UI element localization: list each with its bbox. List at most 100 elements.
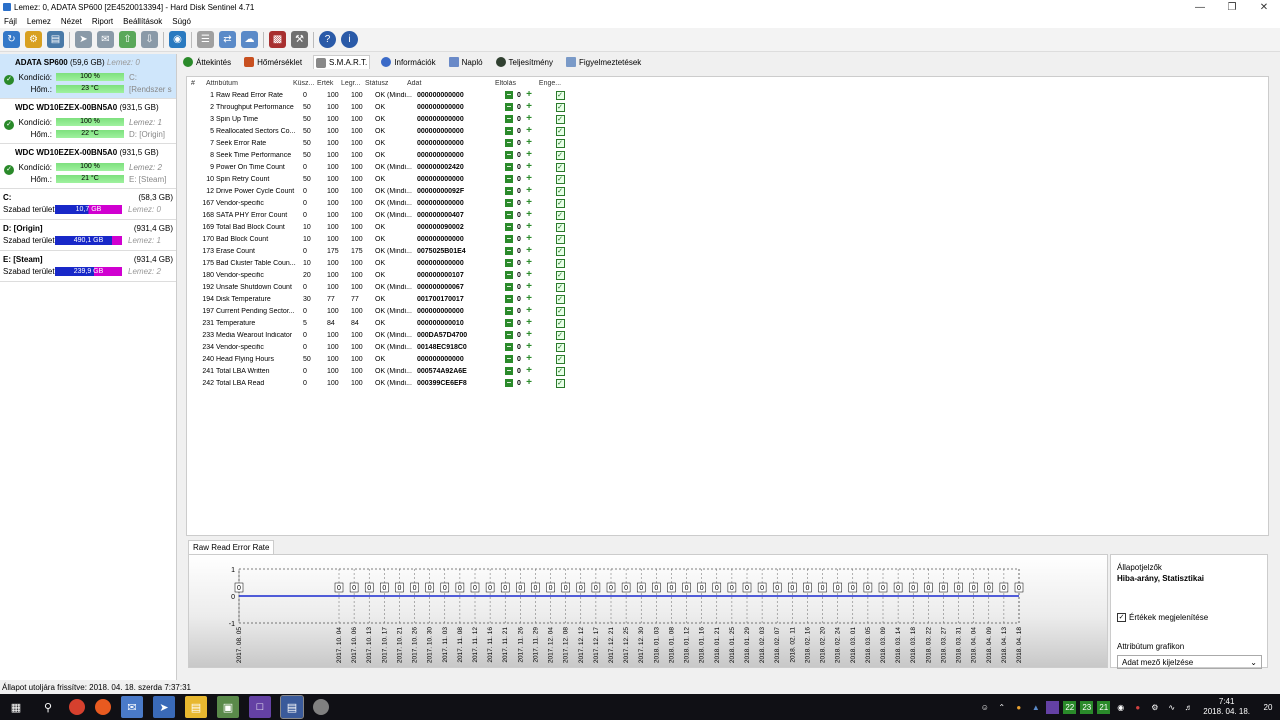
enabled-checkbox[interactable]: ✓ <box>555 162 565 172</box>
show-values-checkbox[interactable]: ✓ <box>1117 613 1126 622</box>
plus-button[interactable]: + <box>525 115 533 123</box>
table-row[interactable]: ✓ 180Vendor-specific 20 100 100 OK 00000000010… <box>187 269 1268 281</box>
col-data[interactable]: Adat <box>407 80 495 87</box>
offset-value[interactable]: 0 <box>513 296 525 303</box>
hd-sentinel-icon[interactable]: ▤ <box>280 695 304 719</box>
enabled-checkbox[interactable]: ✓ <box>555 354 565 364</box>
plus-button[interactable]: + <box>525 295 533 303</box>
enabled-checkbox[interactable]: ✓ <box>555 114 565 124</box>
explorer-icon[interactable]: ▤ <box>185 696 207 718</box>
gear-icon[interactable]: ⚙ <box>25 31 42 48</box>
table-row[interactable]: 197 Current Pending Sector... 0 100 100 OK (M… <box>187 305 1268 317</box>
enabled-checkbox[interactable]: ✓ <box>555 282 565 292</box>
graph-tab[interactable]: Raw Read Error Rate <box>188 540 275 554</box>
table-row[interactable]: ✓ 7Seek Error Rate 50 100 100 OK 000000000000 –… <box>187 137 1268 149</box>
col-threshold[interactable]: Küsz... <box>293 80 317 87</box>
enabled-checkbox[interactable]: ✓ <box>555 90 565 100</box>
minus-button[interactable]: – <box>505 151 513 159</box>
tools-icon[interactable]: ⚒ <box>291 31 308 48</box>
minus-button[interactable]: – <box>505 235 513 243</box>
minus-button[interactable]: – <box>505 103 513 111</box>
volume-item-c[interactable]: C: (58,3 GB) Szabad terület 10,7 GB Lemez: … <box>0 189 176 220</box>
minus-button[interactable]: – <box>505 271 513 279</box>
offset-value[interactable]: 0 <box>513 320 525 327</box>
enabled-checkbox[interactable]: ✓ <box>555 270 565 280</box>
col-id[interactable]: # <box>191 80 206 87</box>
plus-button[interactable]: + <box>525 103 533 111</box>
minus-button[interactable]: – <box>505 175 513 183</box>
chrome-icon[interactable] <box>69 699 85 715</box>
menu-file[interactable]: Fájl <box>4 17 17 26</box>
globe-icon[interactable]: ◉ <box>169 31 186 48</box>
tab-performance[interactable]: Teljesítmény <box>494 55 555 69</box>
table-row[interactable]: ✓5Reallocated Sectors Co...50100100OK000… <box>187 125 1268 137</box>
minus-button[interactable]: – <box>505 307 513 315</box>
enabled-checkbox[interactable]: ✓ <box>555 174 565 184</box>
volume-icon[interactable]: ♬ <box>1182 701 1195 714</box>
table-row[interactable]: 9 Power On Time Count 0 100 100 OK (Mindi... 0… <box>187 161 1268 173</box>
minus-button[interactable]: – <box>505 295 513 303</box>
offset-value[interactable]: 0 <box>513 128 525 135</box>
enabled-checkbox[interactable]: ✓ <box>555 306 565 316</box>
minus-button[interactable]: – <box>505 331 513 339</box>
tab-temperature[interactable]: Hőmérséklet <box>242 55 304 69</box>
mail-app-icon[interactable]: ➤ <box>153 696 175 718</box>
search-icon[interactable]: ⚲ <box>37 696 59 718</box>
offset-value[interactable]: 0 <box>513 368 525 375</box>
minus-button[interactable]: – <box>505 115 513 123</box>
table-row[interactable]: ✓3Spin Up Time50100100OK000000000000–0+✓ <box>187 113 1268 125</box>
disk-item-0[interactable]: ADATA SP600 (59,6 GB) Lemez: 0 ✓ Kondíci… <box>0 54 176 99</box>
enabled-checkbox[interactable]: ✓ <box>555 150 565 160</box>
offset-value[interactable]: 0 <box>513 272 525 279</box>
minus-button[interactable]: – <box>505 367 513 375</box>
plus-button[interactable]: + <box>525 283 533 291</box>
offset-value[interactable]: 0 <box>513 116 525 123</box>
notification-icon[interactable]: 20 <box>1258 701 1278 714</box>
menu-settings[interactable]: Beállítások <box>123 17 162 26</box>
menu-report[interactable]: Riport <box>92 17 113 26</box>
plus-button[interactable]: + <box>525 247 533 255</box>
col-worst[interactable]: Legr... <box>341 80 365 87</box>
offset-value[interactable]: 0 <box>513 152 525 159</box>
wifi-icon[interactable]: ∿ <box>1165 701 1178 714</box>
table-row[interactable]: 167 Vendor-specific 0 100 100 OK (Mindi... 000… <box>187 197 1268 209</box>
offset-value[interactable]: 0 <box>513 356 525 363</box>
offset-value[interactable]: 0 <box>513 224 525 231</box>
offset-value[interactable]: 0 <box>513 284 525 291</box>
drive-icon[interactable]: ▤ <box>47 31 64 48</box>
table-row[interactable]: ✓169Total Bad Block Count10100100OK00000… <box>187 221 1268 233</box>
minus-button[interactable]: – <box>505 283 513 291</box>
disk-item-2[interactable]: WDC WD10EZEX-00BN5A0 (931,5 GB) ✓ Kondíc… <box>0 144 176 189</box>
col-status[interactable]: Státusz <box>365 80 407 87</box>
plus-button[interactable]: + <box>525 187 533 195</box>
info-icon[interactable]: i <box>341 31 358 48</box>
minecraft-icon[interactable]: ▣ <box>217 696 239 718</box>
sync-icon[interactable]: ⇄ <box>219 31 236 48</box>
tray-twitch-icon[interactable] <box>1046 700 1060 714</box>
table-row[interactable]: 173 Erase Count 0 175 175 OK (Mindi... 0075025… <box>187 245 1268 257</box>
minus-button[interactable]: – <box>505 223 513 231</box>
enabled-checkbox[interactable]: ✓ <box>555 198 565 208</box>
offset-value[interactable]: 0 <box>513 92 525 99</box>
tray-shield-icon[interactable]: ◉ <box>1114 701 1127 714</box>
col-value[interactable]: Érték <box>317 80 341 87</box>
minus-button[interactable]: – <box>505 319 513 327</box>
offset-value[interactable]: 0 <box>513 188 525 195</box>
table-row[interactable]: 234 Vendor-specific 0 100 100 OK (Mindi... 001… <box>187 341 1268 353</box>
plus-button[interactable]: + <box>525 343 533 351</box>
enabled-checkbox[interactable]: ✓ <box>555 126 565 136</box>
people-icon[interactable]: ☺ <box>978 701 991 714</box>
minus-button[interactable]: – <box>505 199 513 207</box>
offset-value[interactable]: 0 <box>513 260 525 267</box>
table-row[interactable]: 233 Media Wearout Indicator 0 100 100 OK (Min… <box>187 329 1268 341</box>
minus-button[interactable]: – <box>505 355 513 363</box>
plus-button[interactable]: + <box>525 139 533 147</box>
offset-value[interactable]: 0 <box>513 332 525 339</box>
tray-network-icon[interactable]: ▲ <box>1029 701 1042 714</box>
table-row[interactable]: ✓10Spin Retry Count50100100OK00000000000… <box>187 173 1268 185</box>
plus-button[interactable]: + <box>525 367 533 375</box>
table-row[interactable]: ✓ 175Bad Cluster Table Coun... 10 100 100 OK 0… <box>187 257 1268 269</box>
tab-smart[interactable]: S.M.A.R.T. <box>313 55 371 69</box>
offset-value[interactable]: 0 <box>513 248 525 255</box>
offset-value[interactable]: 0 <box>513 308 525 315</box>
